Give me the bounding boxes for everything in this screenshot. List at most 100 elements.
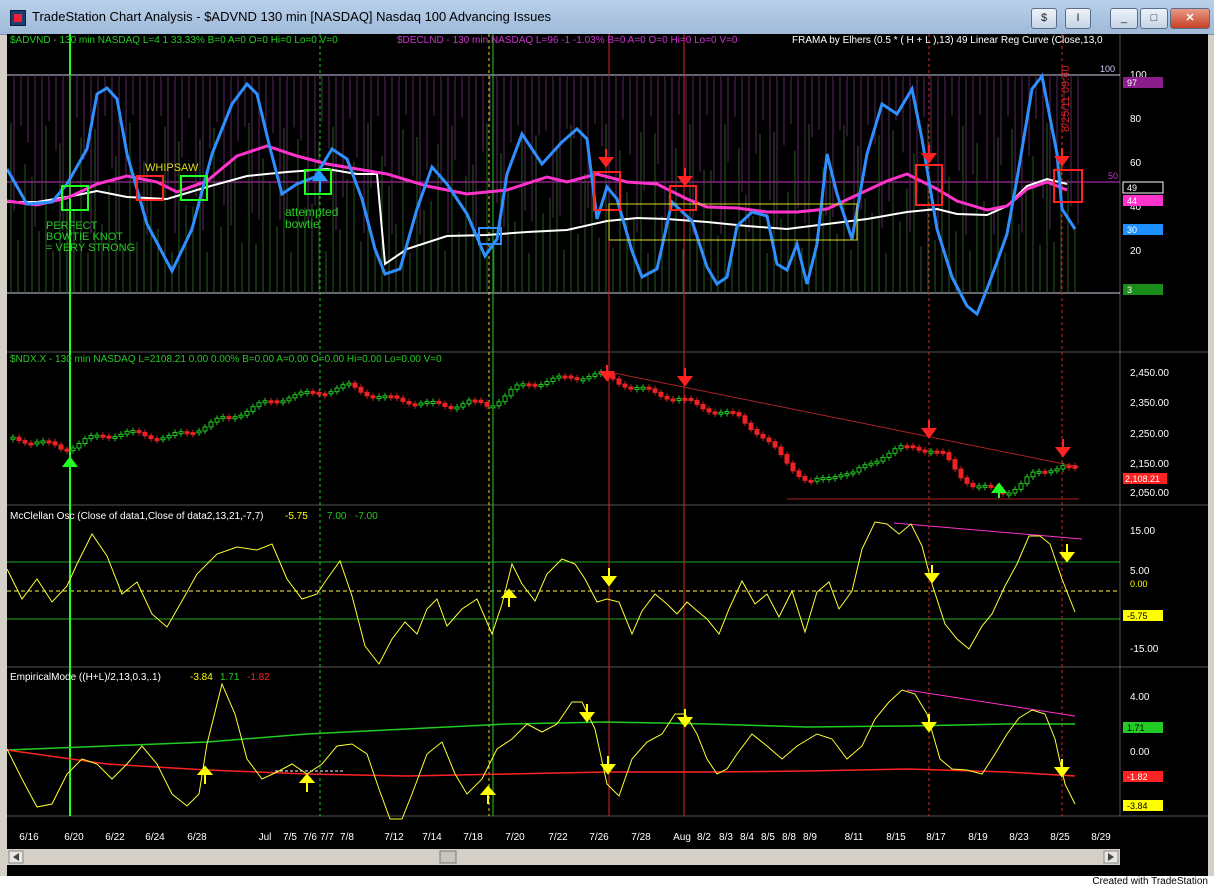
advance-decline-histogram (10, 75, 1079, 293)
candle-up (520, 383, 526, 387)
candle-down (808, 479, 814, 483)
candle-up (586, 375, 592, 380)
time-axis-label: 8/25 (1050, 832, 1070, 843)
pane4-badge-green-text: 1.71 (1127, 723, 1145, 733)
candle-down (1072, 465, 1078, 469)
pane2-axis-label: 2,050.00 (1130, 488, 1169, 499)
pane4-yellow-arrows (196, 704, 1070, 804)
time-axis-label: 8/17 (926, 832, 946, 843)
candle-down (760, 433, 766, 439)
candle-up (178, 431, 184, 435)
candle-up (160, 437, 166, 441)
mcclellan-oscillator (6, 521, 1076, 665)
candle-down (772, 441, 778, 448)
candle-up (376, 395, 382, 399)
pane3-header-value-green: 7.00 (327, 511, 347, 522)
candle-up (172, 432, 178, 437)
horizontal-scrollbar[interactable] (7, 849, 1120, 865)
candle-down (100, 434, 106, 438)
candle-up (76, 443, 82, 449)
candle-down (16, 436, 22, 442)
candle-up (820, 477, 826, 481)
candle-down (406, 400, 412, 405)
candle-down (106, 435, 112, 439)
pane4-header: EmpiricalMode ((H+L)/2,13,0.3,.1) (10, 672, 161, 683)
candle-down (400, 397, 406, 402)
candle-down (742, 415, 748, 424)
candle-down (712, 411, 718, 415)
close-button[interactable]: ✕ (1170, 8, 1210, 29)
candle-up (94, 434, 100, 438)
candle-up (166, 435, 172, 439)
time-axis-label: 7/14 (422, 832, 442, 843)
window-title: TradeStation Chart Analysis - $ADVND 130… (32, 9, 552, 24)
time-axis-label: 8/8 (782, 832, 796, 843)
pane2-axis-label: 2,350.00 (1130, 398, 1169, 409)
emd-divergence-line (906, 689, 1076, 717)
candle-up (298, 391, 304, 396)
candle-up (1048, 470, 1054, 474)
candle-up (130, 430, 136, 434)
candle-up (112, 435, 118, 439)
candle-down (310, 390, 316, 394)
candle-down (616, 378, 622, 385)
candle-up (292, 394, 298, 399)
dollar-menu-button[interactable]: $ (1031, 8, 1057, 29)
candle-up (490, 405, 496, 409)
candle-down (142, 431, 148, 437)
candle-up (508, 388, 514, 397)
candle-down (988, 484, 994, 488)
advancing-issues-line (5, 72, 1077, 317)
candle-up (424, 401, 430, 405)
candle-down (958, 468, 964, 479)
candle-up (718, 411, 724, 415)
candle-down (58, 444, 64, 450)
candle-up (856, 467, 862, 473)
empirical-mode-line (6, 682, 1076, 820)
candle-up (496, 401, 502, 407)
candle-down (358, 386, 364, 393)
candle-up (238, 414, 244, 418)
candle-down (448, 405, 454, 409)
pane1-axis-label: 80 (1130, 114, 1142, 125)
chart-area[interactable]: WHIPSAW PERFECT BOWTIE KNOT = VERY STRON… (5, 34, 1208, 876)
time-axis-label: 7/7 (320, 832, 334, 843)
pane1-axis-label: 60 (1130, 158, 1142, 169)
title-bar[interactable]: TradeStation Chart Analysis - $ADVND 130… (0, 0, 1214, 35)
candle-up (862, 464, 868, 469)
candle-up (850, 471, 856, 475)
candle-up (1006, 492, 1012, 496)
candle-up (676, 397, 682, 401)
candle-up (502, 395, 508, 403)
tradestation-window: TradeStation Chart Analysis - $ADVND 130… (0, 0, 1214, 876)
candle-up (832, 476, 838, 480)
time-axis-label: 8/3 (719, 832, 733, 843)
time-axis-label: 8/9 (803, 832, 817, 843)
time-axis-label: 6/20 (64, 832, 84, 843)
time-axis-label: 7/28 (631, 832, 651, 843)
level-50-tag: 50 (1108, 171, 1118, 181)
candle-up (280, 400, 286, 404)
candle-down (952, 459, 958, 470)
candle-down (628, 386, 634, 390)
candle-down (46, 440, 52, 444)
candle-up (196, 430, 202, 434)
scroll-thumb[interactable] (439, 850, 457, 864)
time-axis-label: 6/22 (105, 832, 125, 843)
candle-up (346, 382, 352, 386)
pane2-green-arrows (62, 456, 1007, 498)
candle-up (1060, 465, 1066, 470)
candle-up (88, 435, 94, 440)
maximize-button[interactable]: □ (1140, 8, 1168, 29)
candle-down (1042, 470, 1048, 474)
candle-up (844, 473, 850, 477)
candle-down (484, 402, 490, 407)
chart-canvas[interactable]: WHIPSAW PERFECT BOWTIE KNOT = VERY STRON… (5, 34, 1208, 876)
pane4-axis-label: 0.00 (1130, 747, 1150, 758)
pane3-header: McClellan Osc (Close of data1,Close of d… (10, 511, 263, 522)
minimize-button[interactable]: _ (1110, 8, 1138, 29)
candle-down (748, 422, 754, 431)
info-menu-button[interactable]: I (1065, 8, 1091, 29)
pane4-badge-yellow-text: -3.84 (1127, 801, 1148, 811)
badge-frama-text: 49 (1127, 183, 1137, 193)
